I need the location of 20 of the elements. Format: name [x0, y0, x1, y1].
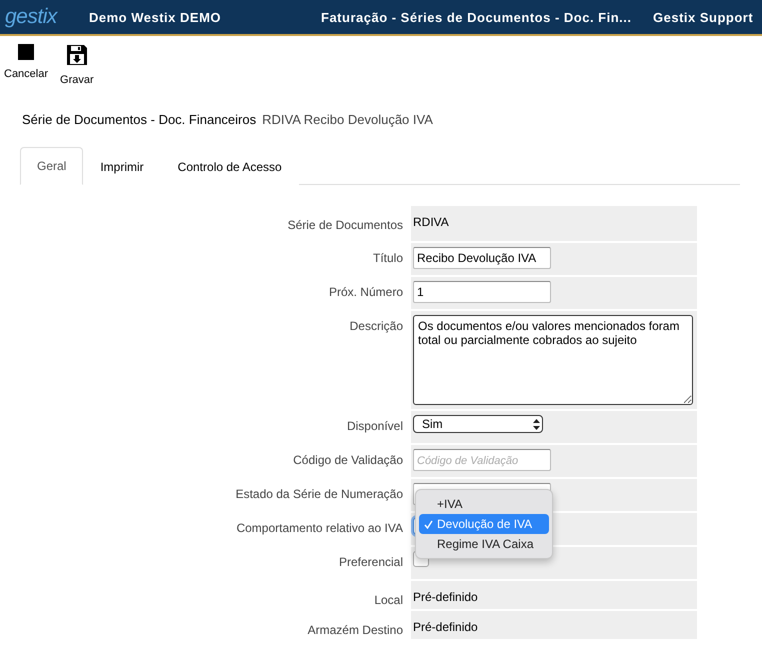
field-label: Próx. Número [328, 284, 403, 301]
field-label: Série de Documentos [286, 217, 403, 234]
field-value: Pré-definido [413, 589, 478, 604]
company-name: Demo Westix DEMO [89, 10, 222, 24]
page-title: Faturação - Séries de Documentos - Doc. Fin... [321, 10, 633, 24]
section-title: Série de Documentos - Doc. Financeiros [22, 112, 256, 127]
field-label: Comportamento relativo ao IVA [235, 520, 403, 537]
field-label: Estado da Série de Numeração [234, 486, 403, 503]
user-name: Gestix Support [653, 10, 754, 24]
field-label: Título [372, 250, 403, 267]
field-value: Pré-definido [413, 619, 478, 634]
field-label: Disponível [346, 418, 403, 435]
app-logo: gestix [4, 5, 59, 29]
field-label: Armazém Destino [306, 622, 403, 639]
field-label: Código de Validação [292, 452, 403, 469]
record-title: RDIVA Recibo Devolução IVA [262, 112, 433, 127]
field-label: Preferencial [338, 554, 403, 571]
field-label: Descrição [348, 318, 403, 335]
field-label: Local [373, 592, 403, 609]
field-value: RDIVA [413, 214, 449, 229]
